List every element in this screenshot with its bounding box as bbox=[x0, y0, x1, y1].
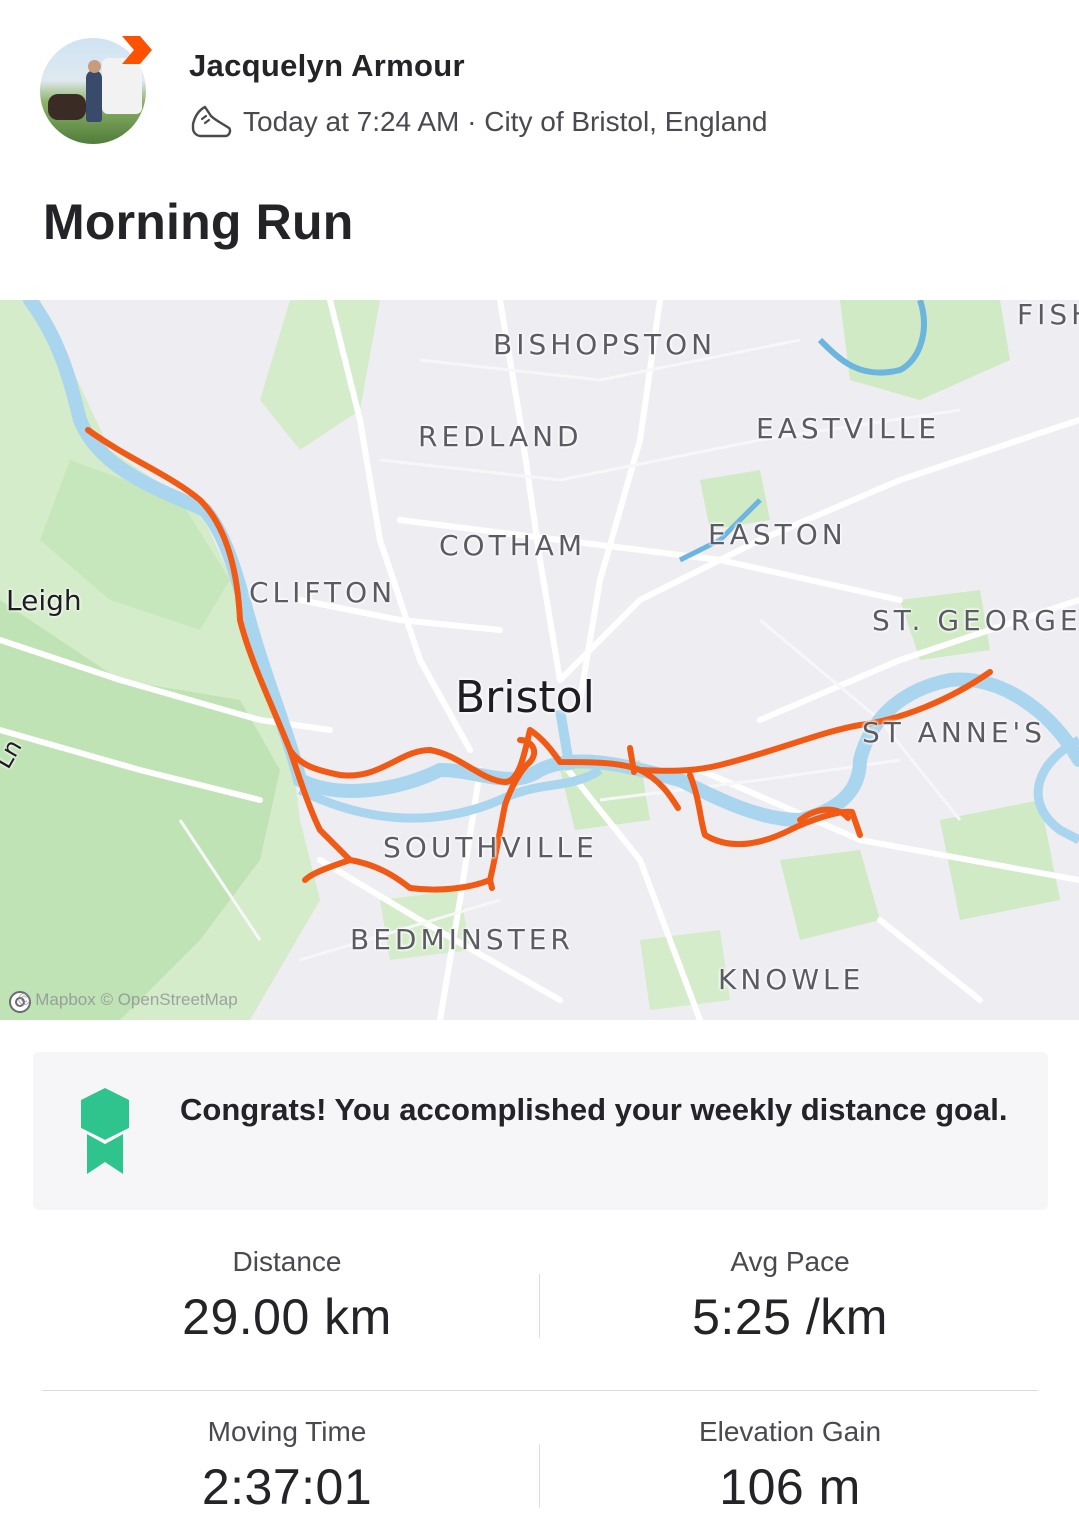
stat-label: Distance bbox=[232, 1246, 342, 1277]
stat-label: Moving Time bbox=[207, 1416, 367, 1447]
athlete-avatar-wrapper[interactable] bbox=[40, 36, 152, 144]
map-canvas bbox=[0, 300, 1079, 1020]
shoe-icon bbox=[191, 105, 232, 138]
map-area-label: COTHAM bbox=[439, 529, 587, 562]
map-area-label: BISHOPSTON bbox=[493, 328, 717, 361]
stat-value: 106 m bbox=[719, 1459, 861, 1515]
map-area-label: SOUTHVILLE bbox=[383, 831, 598, 864]
athlete-name[interactable]: Jacquelyn Armour bbox=[189, 48, 465, 84]
activity-title[interactable]: Morning Run bbox=[43, 193, 353, 251]
stat-value: 2:37:01 bbox=[201, 1459, 373, 1515]
map-area-label: EASTVILLE bbox=[756, 412, 941, 445]
map-area-label: REDLAND bbox=[418, 420, 583, 453]
stat-value: 29.00 km bbox=[182, 1289, 392, 1345]
map-area-label: KNOWLE bbox=[718, 963, 865, 996]
map-area-label: CLIFTON bbox=[249, 576, 397, 609]
map-area-label: BEDMINSTER bbox=[350, 923, 574, 956]
map-area-label: FISH bbox=[1017, 300, 1079, 331]
activity-header: Jacquelyn Armour Today at 7:24 AM · City… bbox=[0, 0, 1079, 170]
route-map[interactable]: BISHOPSTON REDLAND EASTVILLE COTHAM EAST… bbox=[0, 300, 1079, 1020]
stat-moving-time: Moving Time 2:37:01 bbox=[37, 1416, 537, 1516]
map-area-label: ST ANNE'S bbox=[862, 716, 1046, 749]
map-place-label: Leigh bbox=[6, 584, 82, 617]
map-area-label: EASTON bbox=[708, 518, 847, 551]
map-attribution-text: © Mapbox © OpenStreetMap bbox=[18, 990, 238, 1009]
map-attribution[interactable]: © Mapbox © OpenStreetMap bbox=[8, 990, 238, 1013]
stat-label: Elevation Gain bbox=[698, 1416, 882, 1447]
map-area-label: ST. GEORGE bbox=[872, 604, 1079, 637]
stat-label: Avg Pace bbox=[730, 1246, 850, 1277]
map-city-label: Bristol bbox=[455, 672, 595, 723]
stat-avg-pace: Avg Pace 5:25 /km bbox=[540, 1246, 1040, 1346]
activity-time-location: Today at 7:24 AM · City of Bristol, Engl… bbox=[243, 106, 768, 137]
stats-divider bbox=[42, 1390, 1038, 1391]
subscriber-badge-icon bbox=[122, 36, 152, 64]
stat-distance: Distance 29.00 km bbox=[37, 1246, 537, 1346]
stat-elevation-gain: Elevation Gain 106 m bbox=[540, 1416, 1040, 1516]
goal-congrats-text: Congrats! You accomplished your weekly d… bbox=[180, 1092, 1008, 1127]
activity-meta: Today at 7:24 AM · City of Bristol, Engl… bbox=[189, 102, 767, 142]
goal-congrats-banner: Congrats! You accomplished your weekly d… bbox=[33, 1052, 1048, 1210]
medal-icon bbox=[81, 1088, 129, 1174]
stat-value: 5:25 /km bbox=[692, 1289, 888, 1345]
